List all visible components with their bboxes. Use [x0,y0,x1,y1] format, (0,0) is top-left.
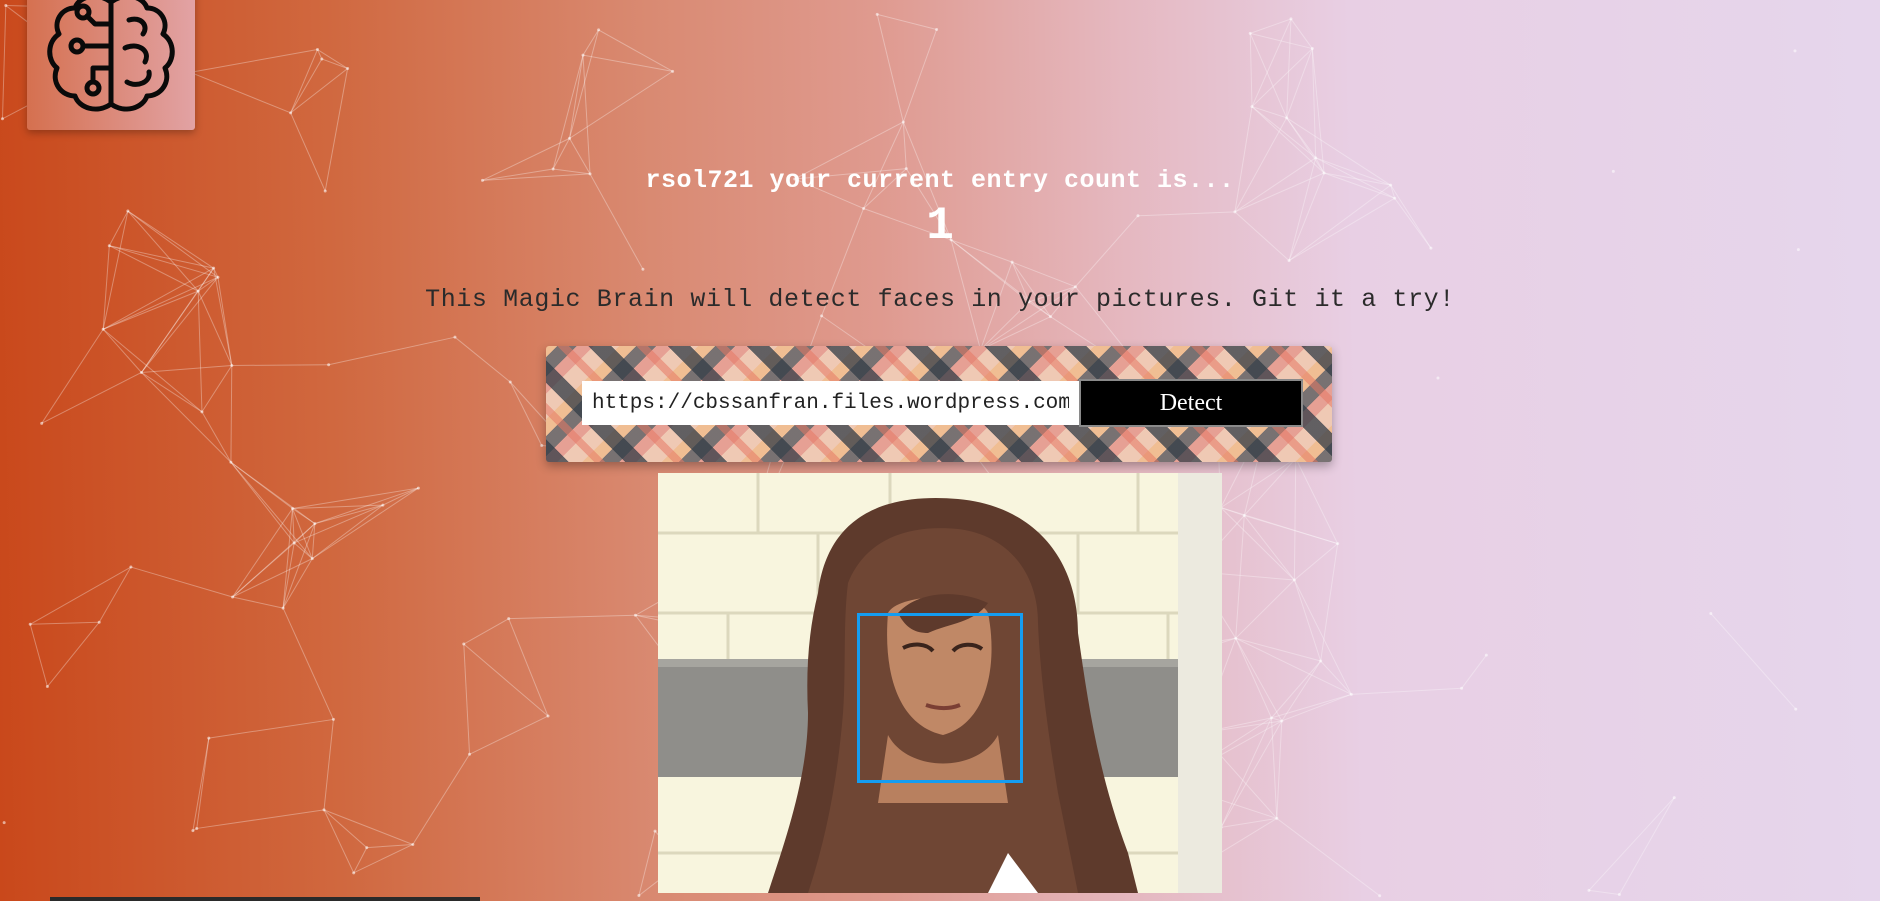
page-bottom-bar [50,897,480,901]
face-bounding-box [857,613,1023,783]
brain-circuit-icon [47,0,175,112]
detect-form: Detect [546,346,1332,462]
image-url-input[interactable] [582,381,1079,425]
result-image [658,473,1222,893]
entry-count-value: 1 [926,200,954,252]
app-logo[interactable] [27,0,195,130]
app-tagline: This Magic Brain will detect faces in yo… [425,285,1455,314]
entry-count-message: rsol721 your current entry count is... [645,166,1235,195]
detect-button[interactable]: Detect [1079,379,1303,427]
